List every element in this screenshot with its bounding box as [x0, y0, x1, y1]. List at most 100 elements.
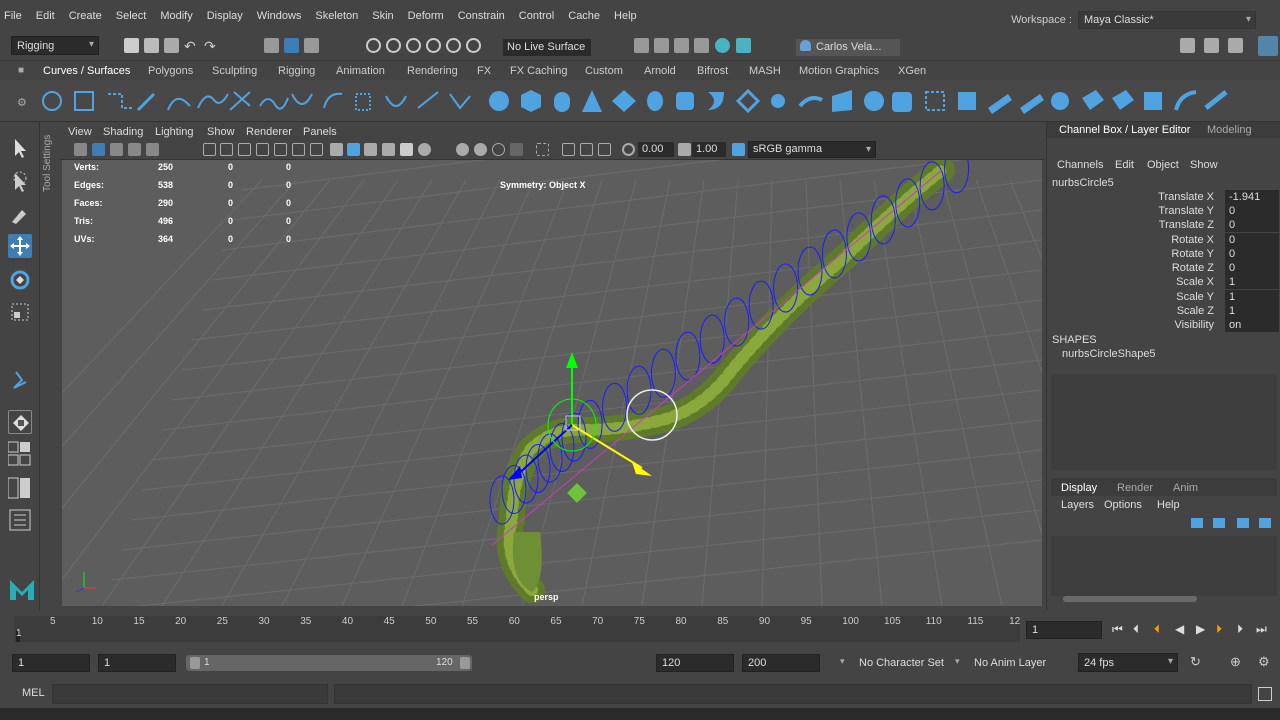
- snap-projected-icon[interactable]: [426, 38, 441, 53]
- menu-help[interactable]: Help: [614, 10, 637, 22]
- scale-tool[interactable]: [8, 300, 32, 324]
- move-tool[interactable]: [8, 234, 32, 258]
- exposure-field[interactable]: 0.00: [638, 142, 674, 157]
- menu-set-dropdown[interactable]: Rigging: [11, 36, 99, 55]
- menu-create[interactable]: Create: [69, 10, 102, 22]
- select-component-icon[interactable]: [304, 38, 319, 53]
- menu-modify[interactable]: Modify: [160, 10, 192, 22]
- menu-display[interactable]: Display: [207, 10, 243, 22]
- rotate-tool[interactable]: [8, 268, 32, 292]
- smooth-shade-icon[interactable]: [347, 143, 360, 156]
- menu-cache[interactable]: Cache: [568, 10, 600, 22]
- select-hierarchy-icon[interactable]: [264, 38, 279, 53]
- attr-translate-z-label[interactable]: Translate Z: [1159, 219, 1214, 231]
- attr-visibility-value[interactable]: on: [1225, 318, 1279, 332]
- grease-pencil-icon[interactable]: [146, 143, 159, 156]
- panel-menu-renderer[interactable]: Renderer: [246, 126, 292, 138]
- resolution-gate-icon[interactable]: [238, 143, 251, 156]
- textured-icon[interactable]: [382, 143, 395, 156]
- attr-rotate-z-label[interactable]: Rotate Z: [1172, 262, 1214, 274]
- attr-rotate-z-value[interactable]: 0: [1225, 261, 1279, 275]
- layer-tab-display[interactable]: Display: [1061, 482, 1097, 494]
- step-back-frame-icon[interactable]: ⏴: [1133, 622, 1139, 637]
- last-tool[interactable]: [8, 368, 32, 392]
- paint-select-tool[interactable]: [8, 202, 32, 226]
- layer-tab-render[interactable]: Render: [1117, 482, 1153, 494]
- ipr-render-icon[interactable]: [674, 38, 689, 53]
- animation-start-field[interactable]: 1: [12, 654, 90, 672]
- shelf-settings-icon[interactable]: ⚙: [17, 96, 27, 109]
- image-plane-icon[interactable]: [128, 143, 141, 156]
- character-set-caret-icon[interactable]: ▾: [840, 656, 845, 667]
- attr-rotate-x-label[interactable]: Rotate X: [1171, 234, 1214, 246]
- shelf-tab-arnold[interactable]: Arnold: [644, 65, 676, 77]
- range-end-handle[interactable]: [460, 657, 470, 669]
- select-object-icon[interactable]: [284, 38, 299, 53]
- arnold-render-icon[interactable]: [715, 38, 730, 53]
- xray-joints-icon[interactable]: [580, 143, 593, 156]
- grid-icon[interactable]: [203, 143, 216, 156]
- live-surface-field[interactable]: No Live Surface: [503, 39, 591, 56]
- field-chart-icon[interactable]: [274, 143, 287, 156]
- snap-curve-icon[interactable]: [386, 38, 401, 53]
- wireframe-on-shaded-icon[interactable]: [364, 143, 377, 156]
- channel-menu-edit[interactable]: Edit: [1115, 159, 1134, 171]
- attr-translate-x-value[interactable]: -1.941: [1225, 190, 1279, 204]
- menu-windows[interactable]: Windows: [257, 10, 302, 22]
- render-settings-icon[interactable]: [694, 38, 709, 53]
- menu-deform[interactable]: Deform: [408, 10, 444, 22]
- step-forward-frame-icon[interactable]: ⏵: [1237, 622, 1243, 637]
- script-editor-icon[interactable]: [1258, 687, 1272, 701]
- shelf-tab-rigging[interactable]: Rigging: [278, 65, 315, 77]
- step-forward-key-icon[interactable]: ⏵: [1216, 622, 1222, 637]
- layer-menu-help[interactable]: Help: [1157, 499, 1180, 511]
- safe-action-icon[interactable]: [292, 143, 305, 156]
- layer-tab-anim[interactable]: Anim: [1173, 482, 1198, 494]
- play-backward-icon[interactable]: ◀: [1175, 622, 1184, 636]
- range-start-handle[interactable]: [190, 657, 200, 669]
- attr-scale-x-label[interactable]: Scale X: [1176, 276, 1214, 288]
- anim-layer-caret-icon[interactable]: ▾: [955, 656, 960, 667]
- make-live-icon[interactable]: [466, 38, 481, 53]
- safe-title-icon[interactable]: [310, 143, 323, 156]
- fps-dropdown[interactable]: 24 fps: [1078, 653, 1178, 672]
- render-current-icon[interactable]: [654, 38, 669, 53]
- render-view-icon[interactable]: [634, 38, 649, 53]
- xray-icon[interactable]: [562, 143, 575, 156]
- persp-outliner-layout[interactable]: [7, 476, 32, 500]
- panel-menu-shading[interactable]: Shading: [103, 126, 143, 138]
- menu-constrain[interactable]: Constrain: [458, 10, 505, 22]
- current-frame-field[interactable]: 1: [1026, 621, 1102, 639]
- viewport-persp[interactable]: Verts: 250 0 0 Edges: 538 0 0 Faces: 290…: [62, 160, 1042, 606]
- use-all-lights-icon[interactable]: [400, 143, 413, 156]
- attr-scale-z-label[interactable]: Scale Z: [1177, 305, 1214, 317]
- shelf-tab-fx-caching[interactable]: FX Caching: [510, 65, 567, 77]
- tool-settings-tab[interactable]: Tool Settings: [42, 132, 54, 192]
- shelf-tab-motion-graphics[interactable]: Motion Graphics: [799, 65, 879, 77]
- panel-menu-show[interactable]: Show: [207, 126, 235, 138]
- attr-rotate-y-label[interactable]: Rotate Y: [1171, 248, 1214, 260]
- shelf-tab-bifrost[interactable]: Bifrost: [697, 65, 728, 77]
- move-layer-down-icon[interactable]: [1213, 518, 1225, 528]
- attr-rotate-y-value[interactable]: 0: [1225, 247, 1279, 261]
- new-layer-selected-icon[interactable]: [1259, 518, 1271, 528]
- shape-name[interactable]: nurbsCircleShape5: [1062, 348, 1156, 360]
- shelf-tab-mash[interactable]: MASH: [749, 65, 781, 77]
- lasso-tool[interactable]: [8, 170, 32, 194]
- shelf-tab-rendering[interactable]: Rendering: [407, 65, 458, 77]
- anti-aliasing-icon[interactable]: [492, 143, 505, 156]
- menu-file[interactable]: File: [4, 10, 22, 22]
- open-scene-icon[interactable]: [144, 38, 159, 53]
- shelf-tab-xgen[interactable]: XGen: [898, 65, 926, 77]
- undo-icon[interactable]: ↶: [184, 38, 199, 54]
- attr-translate-y-label[interactable]: Translate Y: [1158, 205, 1214, 217]
- object-name[interactable]: nurbsCircle5: [1052, 177, 1114, 189]
- view-transform-dropdown[interactable]: sRGB gamma: [748, 141, 876, 158]
- outliner-button[interactable]: [8, 508, 32, 532]
- new-scene-icon[interactable]: [124, 38, 139, 53]
- attr-scale-y-label[interactable]: Scale Y: [1176, 291, 1214, 303]
- auto-key-icon[interactable]: ⊕: [1230, 654, 1241, 670]
- tab-modeling[interactable]: Modeling: [1207, 124, 1252, 136]
- animation-end-field[interactable]: 200: [742, 654, 820, 672]
- pause-render-icon[interactable]: [736, 38, 751, 53]
